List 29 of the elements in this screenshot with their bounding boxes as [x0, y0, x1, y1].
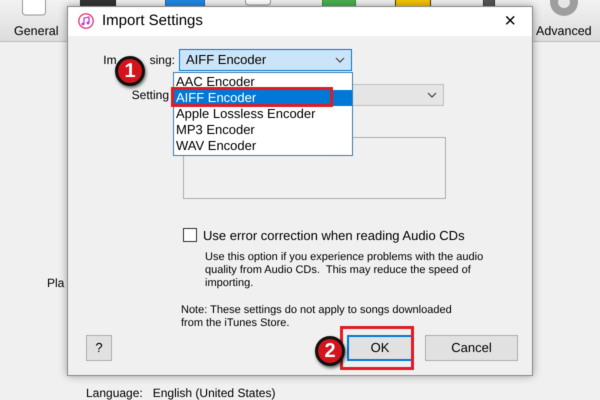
language-value: English (United States) [152, 385, 276, 400]
toolbar-label[interactable]: General [14, 22, 58, 41]
music-note-icon [78, 13, 94, 30]
chevron-down-icon [427, 92, 437, 98]
dropdown-option[interactable]: WAV Encoder [174, 138, 352, 154]
close-button[interactable]: × [498, 11, 522, 32]
dropdown-option[interactable]: AAC Encoder [174, 74, 352, 90]
note-text: Note: These settings do not apply to songs downloaded from the iTunes Store. [181, 304, 453, 330]
dropdown-option[interactable]: Apple Lossless Encoder [174, 106, 352, 122]
ok-button[interactable]: OK [347, 335, 413, 361]
toolbar-icon[interactable] [22, 0, 46, 16]
help-button[interactable]: ? [86, 335, 112, 361]
cancel-button[interactable]: Cancel [425, 335, 518, 361]
toolbar-label[interactable]: Advanced [536, 22, 592, 41]
field-label: Setting [130, 86, 170, 104]
dropdown-option[interactable]: MP3 Encoder [174, 122, 352, 138]
field-label: Im [103, 52, 117, 68]
encoder-dropdown[interactable]: AIFF Encoder [179, 48, 352, 70]
language-label: Language: [86, 385, 143, 400]
checkbox-label[interactable]: Use error correction when reading Audio CDs [203, 226, 465, 245]
checkbox[interactable] [183, 228, 197, 242]
step-badge: 1 [115, 56, 145, 86]
panel-text: Pla [47, 275, 64, 292]
option-description: Use this option if you experience problems with the audio quality from Audio CDs. This may reduce the speed of importing. [205, 251, 484, 290]
chevron-down-icon [335, 56, 345, 62]
field-label: sing: [150, 52, 175, 68]
window-title: Import Settings [102, 11, 204, 31]
toolbar-icon[interactable] [245, 0, 271, 6]
step-badge: 2 [315, 336, 345, 366]
